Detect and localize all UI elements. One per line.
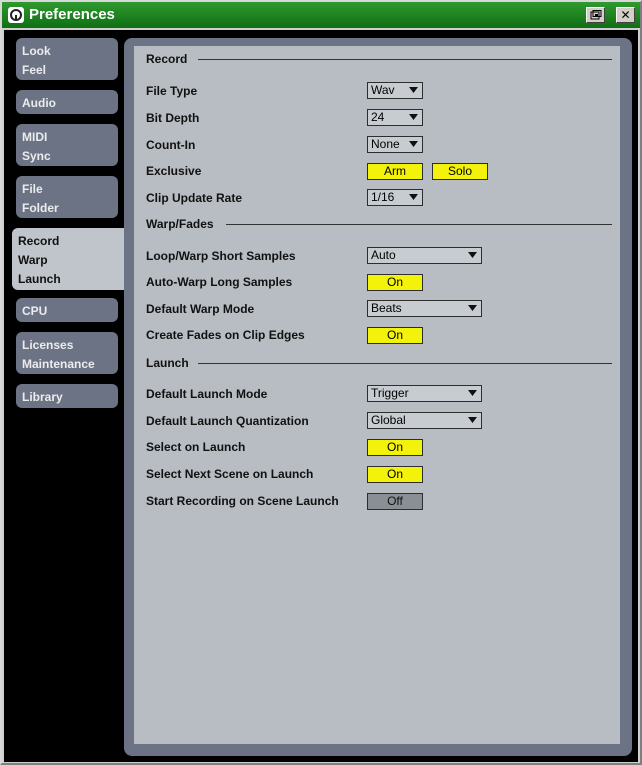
dropdown-value: Trigger [371,386,409,400]
section-divider [198,363,612,364]
tab-label: Sync [22,149,51,163]
tab-label: Feel [22,63,47,77]
tab-label: Warp [18,253,48,267]
dropdown-value: Auto [371,248,396,262]
preferences-window: Preferences ✕ Look Feel Audio MIDI Sync [0,0,642,765]
close-button[interactable]: ✕ [616,7,635,23]
settings-panel: Record File Type Wav Bit Depth 24 Count-… [124,38,632,756]
launch-mode-label: Default Launch Mode [146,387,268,401]
select-on-launch-label: Select on Launch [146,440,246,454]
launch-quantization-label: Default Launch Quantization [146,414,309,428]
bit-depth-dropdown[interactable]: 24 [367,109,423,126]
count-in-label: Count-In [146,138,196,152]
file-type-dropdown[interactable]: Wav [367,82,423,99]
exclusive-arm-toggle[interactable]: Arm [367,163,423,180]
tab-audio[interactable]: Audio [16,90,118,114]
preferences-body: Look Feel Audio MIDI Sync File Folder Re… [4,30,638,762]
tab-record-warp-launch[interactable]: Record Warp Launch [12,228,130,290]
start-recording-toggle[interactable]: Off [367,493,423,510]
section-divider [198,59,612,60]
start-recording-label: Start Recording on Scene Launch [146,494,339,508]
tab-label: Launch [18,272,61,286]
tab-label: Look [22,44,51,58]
tab-label: Audio [22,96,56,110]
tab-label: File [22,182,43,196]
tab-label: Folder [22,201,59,215]
clip-update-rate-label: Clip Update Rate [146,191,243,205]
tab-cpu[interactable]: CPU [16,298,118,322]
tab-label: CPU [22,304,48,318]
clip-update-rate-dropdown[interactable]: 1/16 [367,189,423,206]
chevron-down-icon [409,114,418,120]
restore-icon [590,10,602,20]
loop-warp-label: Loop/Warp Short Samples [146,249,296,263]
tab-label: Record [18,234,60,248]
bit-depth-label: Bit Depth [146,111,200,125]
title-bar[interactable]: Preferences ✕ [2,2,640,28]
chevron-down-icon [409,141,418,147]
launch-mode-dropdown[interactable]: Trigger [367,385,482,402]
select-next-scene-toggle[interactable]: On [367,466,423,483]
section-launch: Launch [134,356,620,372]
tab-label: Maintenance [22,357,95,371]
window-title: Preferences [29,6,115,23]
app-logo-icon [8,7,24,23]
dropdown-value: Beats [371,301,402,315]
tab-look-feel[interactable]: Look Feel [16,38,118,80]
chevron-down-icon [468,417,477,423]
dropdown-value: 1/16 [371,190,395,204]
dropdown-value: Wav [371,83,395,97]
dropdown-value: 24 [371,110,385,124]
count-in-dropdown[interactable]: None [367,136,423,153]
dropdown-value: Global [371,413,406,427]
auto-warp-toggle[interactable]: On [367,274,423,291]
tab-label: Licenses [22,338,74,352]
section-title: Record [146,52,188,66]
section-divider [226,224,612,225]
default-warp-mode-dropdown[interactable]: Beats [367,300,482,317]
tab-licenses-maintenance[interactable]: Licenses Maintenance [16,332,118,374]
section-title: Launch [146,356,189,370]
select-on-launch-toggle[interactable]: On [367,439,423,456]
exclusive-label: Exclusive [146,164,202,178]
dropdown-value: None [371,137,400,151]
tab-file-folder[interactable]: File Folder [16,176,118,218]
launch-quantization-dropdown[interactable]: Global [367,412,482,429]
chevron-down-icon [409,87,418,93]
tab-label: MIDI [22,130,48,144]
exclusive-solo-toggle[interactable]: Solo [432,163,488,180]
select-next-scene-label: Select Next Scene on Launch [146,467,314,481]
create-fades-label: Create Fades on Clip Edges [146,328,305,342]
chevron-down-icon [468,252,477,258]
default-warp-mode-label: Default Warp Mode [146,302,255,316]
chevron-down-icon [468,390,477,396]
tab-midi-sync[interactable]: MIDI Sync [16,124,118,166]
section-record: Record [134,52,620,68]
create-fades-toggle[interactable]: On [367,327,423,344]
chevron-down-icon [468,305,477,311]
file-type-label: File Type [146,84,198,98]
section-title: Warp/Fades [146,217,214,231]
close-icon: ✕ [620,8,631,22]
loop-warp-dropdown[interactable]: Auto [367,247,482,264]
chevron-down-icon [409,194,418,200]
settings-content: Record File Type Wav Bit Depth 24 Count-… [134,46,620,744]
restore-button[interactable] [586,7,605,23]
section-warp-fades: Warp/Fades [134,217,620,233]
tab-library[interactable]: Library [16,384,118,408]
tab-label: Library [22,390,63,404]
auto-warp-label: Auto-Warp Long Samples [146,275,293,289]
